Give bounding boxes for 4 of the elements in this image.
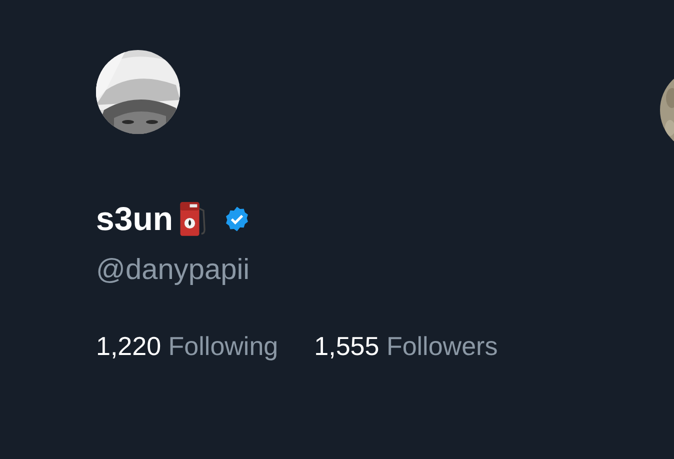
display-name: s3un bbox=[96, 200, 174, 238]
follow-stat-link[interactable]: 1,555 Followers bbox=[314, 331, 498, 362]
follow-stat-link[interactable]: 1,220 Following bbox=[96, 331, 278, 362]
username-handle: @danypapii bbox=[96, 254, 250, 287]
